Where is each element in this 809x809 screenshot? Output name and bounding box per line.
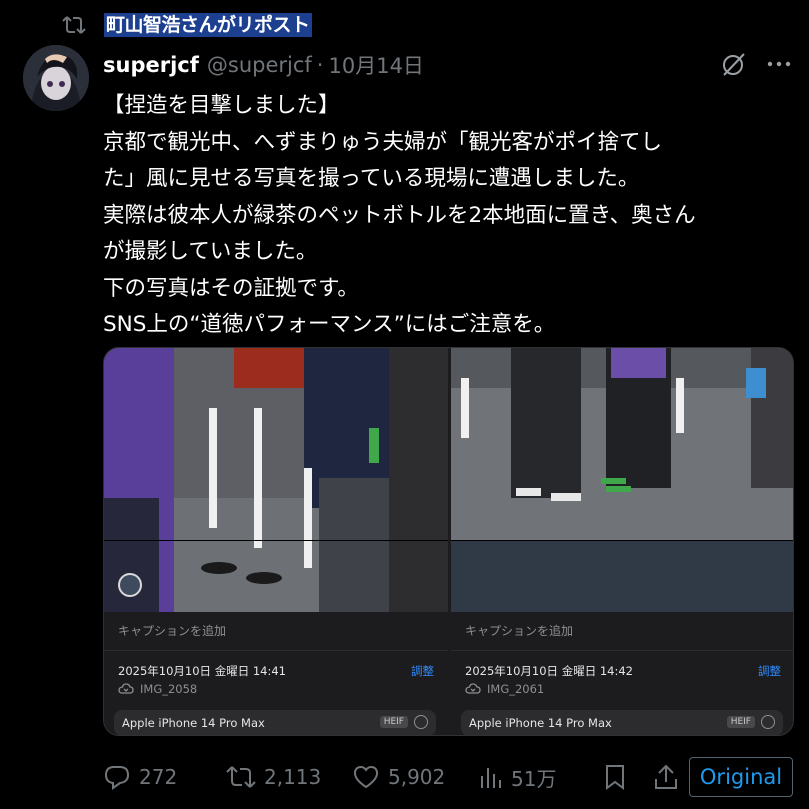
divider [451,650,793,651]
repost-text[interactable]: 町山智浩さんがリポスト [104,13,312,37]
bookmark-button[interactable] [603,757,635,797]
format-badge: HEIF [379,716,408,728]
repost-icon [62,12,90,38]
divider [104,650,448,651]
tweet-line: 京都で観光中、へずまりゅう夫婦が「観光客がポイ捨てし [103,129,663,155]
photo-1-image[interactable] [104,348,448,612]
avatar[interactable] [23,45,89,111]
tweet-line: SNS上の“道徳パフォーマンス”にはご注意を。 [103,312,556,337]
repost-button[interactable]: 2,113 [226,757,321,797]
device-name: Apple iPhone 14 Pro Max [469,716,612,730]
grok-icon[interactable] [720,50,748,78]
tweet-line: 下の写真はその証拠です。 [103,275,359,301]
tweet-line: た」風に見せる写真を撮っている現場に遭遇しました。 [103,166,640,191]
photo-datetime: 2025年10月10日 金曜日 14:41 [118,664,286,678]
views-icon [481,768,501,788]
like-button[interactable]: 5,902 [352,757,445,797]
lens-icon [414,715,428,729]
tweet-line: が撮影していました。 [103,239,318,264]
tweet-text: 【捏造を目撃しました】 京都で観光中、へずまりゅう夫婦が「観光客がポイ捨てし た… [103,88,793,344]
photo-filename-row: IMG_2058 [118,682,197,696]
reply-button[interactable]: 272 [103,757,177,797]
bookmark-icon [606,765,624,790]
view-count: 51万 [511,766,557,791]
author-handle[interactable]: @superjcf [207,53,312,77]
separator-dot: · [316,53,324,77]
cloud-icon [118,683,134,694]
reply-count: 272 [139,765,178,789]
share-button[interactable] [653,757,687,797]
lens-icon [761,715,775,729]
photo-2[interactable]: キャプションを追加 2025年10月10日 金曜日 14:42 調整 IMG_2… [451,348,794,735]
photo-filename: IMG_2058 [140,682,198,696]
device-info: Apple iPhone 14 Pro Max HEIF [461,710,783,735]
photo-1[interactable]: キャプションを追加 2025年10月10日 金曜日 14:41 調整 IMG_2… [104,348,448,735]
like-icon [353,765,379,789]
repost-header[interactable]: 町山智浩さんがリポスト [62,12,312,38]
views-button[interactable]: 51万 [479,757,556,797]
like-count: 5,902 [388,765,446,789]
photo-filename-row: IMG_2061 [465,682,544,696]
media-grid: キャプションを追加 2025年10月10日 金曜日 14:41 調整 IMG_2… [103,347,794,736]
adjust-link[interactable]: 調整 [411,663,434,679]
format-badge: HEIF [726,716,755,728]
tweet-date[interactable]: 10月14日 [328,50,423,80]
cloud-icon [465,683,481,694]
share-icon [655,764,677,789]
tweet-line: 【捏造を目撃しました】 [103,93,340,118]
device-name: Apple iPhone 14 Pro Max [122,716,265,730]
photo-datetime: 2025年10月10日 金曜日 14:42 [465,664,633,678]
caption-placeholder[interactable]: キャプションを追加 [118,622,226,639]
reply-icon [104,766,130,790]
device-info: Apple iPhone 14 Pro Max HEIF [114,710,436,735]
tweet-header: superjcf @superjcf · 10月14日 [103,50,424,80]
repost-count: 2,113 [264,765,322,789]
original-button[interactable]: Original [689,757,793,797]
author-display-name[interactable]: superjcf [103,53,199,77]
more-icon[interactable] [765,50,793,78]
caption-placeholder[interactable]: キャプションを追加 [465,622,573,639]
photo-2-image[interactable] [451,348,794,612]
adjust-link[interactable]: 調整 [758,663,781,679]
retweet-icon [226,766,256,788]
tweet-line: 実際は彼本人が緑茶のペットボトルを2本地面に置き、奥さん [103,202,696,228]
photo-filename: IMG_2061 [487,682,545,696]
